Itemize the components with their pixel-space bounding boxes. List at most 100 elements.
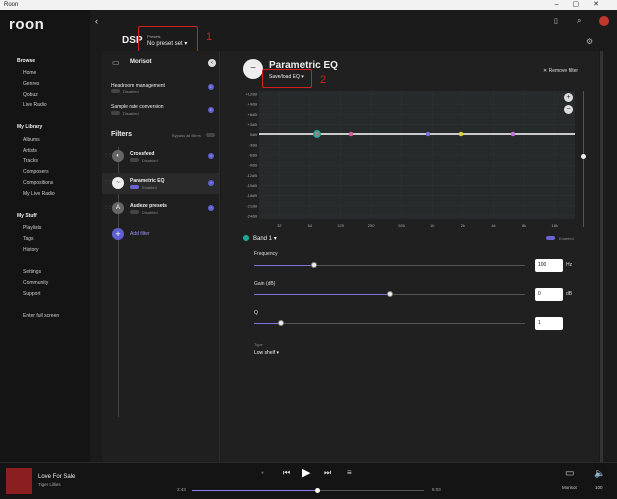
radio-dot-icon[interactable]: ● [261, 470, 264, 476]
bookmark-icon[interactable]: ▯ [554, 17, 558, 25]
filter-name: Parametric EQ [130, 178, 165, 184]
sidebar-item-composers[interactable]: Composers [23, 169, 49, 175]
headroom-toggle[interactable] [111, 89, 120, 93]
filter-row-audeze[interactable]: ⋮⋮ A Audeze presets Disabled › [102, 199, 219, 219]
x-tick-label: 500 [398, 223, 405, 228]
sidebar-item-fullscreen[interactable]: Enter full screen [23, 313, 59, 319]
band-enabled-label: Enabled [559, 236, 574, 241]
sidebar-item-compositions[interactable]: Compositions [23, 180, 53, 186]
gear-icon[interactable]: ⚙ [586, 37, 593, 46]
album-art[interactable] [6, 468, 32, 494]
y-tick-label: -3dB [249, 142, 258, 147]
bypass-label: Bypass all filters [172, 133, 201, 138]
drag-handle-icon[interactable]: ⋮⋮ [104, 179, 112, 184]
drag-handle-icon[interactable]: ⋮⋮ [104, 152, 112, 157]
play-icon[interactable]: ▶ [302, 466, 310, 479]
remove-filter-button[interactable]: ✕ Remove filter [543, 68, 578, 74]
audeze-info-icon[interactable]: › [208, 205, 214, 211]
gain-slider-fill [254, 294, 390, 295]
q-slider-knob[interactable] [278, 320, 285, 326]
sidebar-item-home[interactable]: Home [23, 70, 36, 76]
drag-handle-icon[interactable]: ⋮⋮ [104, 204, 112, 209]
remove-filter-label: Remove filter [548, 68, 579, 74]
y-tick-label: 0dB [250, 132, 257, 137]
band-marker[interactable] [458, 131, 464, 137]
player-bar: Love For Sale Tiger Lillies ● ⏮ ▶ ⏭ ≡ 2:… [0, 462, 617, 499]
sidebar-item-albums[interactable]: Albums [23, 137, 40, 143]
zoom-out-button[interactable]: − [564, 105, 573, 114]
gain-slider-knob[interactable] [386, 291, 393, 297]
seek-knob[interactable] [314, 488, 320, 493]
graph-scroll-track[interactable] [583, 91, 584, 227]
x-tick-label: 2k [461, 223, 465, 228]
band-marker[interactable] [425, 131, 431, 137]
library-title: My Library [17, 124, 43, 130]
band-marker[interactable] [313, 130, 321, 138]
sidebar-item-history[interactable]: History [23, 247, 39, 253]
headroom-status: Disabled [123, 89, 139, 94]
crossfeed-info-icon[interactable]: › [208, 153, 214, 159]
track-title[interactable]: Love For Sale [38, 474, 75, 480]
sidebar-item-settings[interactable]: Settings [23, 269, 41, 275]
frequency-label: Frequency [254, 251, 278, 257]
y-axis-labels: +12dB +9dB +6dB +3dB 0dB -3dB -6dB -9dB -12dB -15… [245, 92, 257, 219]
type-dropdown[interactable]: Low shelf ▾ [254, 350, 279, 356]
sidebar-item-live-radio[interactable]: Live Radio [23, 102, 47, 108]
next-track-icon[interactable]: ⏭ [324, 468, 331, 478]
eq-toggle[interactable] [130, 185, 139, 189]
frequency-slider-knob[interactable] [310, 262, 317, 268]
sidebar-item-community[interactable]: Community [23, 280, 48, 286]
track-artist[interactable]: Tiger Lillies [38, 482, 61, 487]
page-scrollbar[interactable] [600, 51, 603, 462]
crossfeed-toggle[interactable] [130, 158, 139, 162]
close-icon: ✕ [543, 68, 548, 74]
bypass-toggle[interactable] [206, 133, 215, 137]
x-tick-label: 1k [430, 223, 434, 228]
filter-row-crossfeed[interactable]: ⋮⋮ ◐ Crossfeed Disabled › [102, 147, 219, 167]
q-slider[interactable] [254, 323, 525, 324]
search-icon[interactable]: ⌕ [577, 16, 581, 26]
previous-track-icon[interactable]: ⏮ [283, 468, 290, 478]
window-controls[interactable]: –▢✕ [555, 0, 613, 10]
queue-icon[interactable]: ≡ [347, 468, 352, 477]
y-tick-label: -12dB [246, 173, 257, 178]
sidebar-item-playlists[interactable]: Playlists [23, 225, 41, 231]
audeze-toggle[interactable] [130, 210, 139, 214]
eq-graph[interactable]: +12dB +9dB +6dB +3dB 0dB -3dB -6dB -9dB -12dB -15… [221, 87, 599, 233]
band-enabled-toggle[interactable] [546, 236, 555, 240]
sidebar-item-artists[interactable]: Artists [23, 148, 37, 154]
sidebar-item-qobuz[interactable]: Qobuz [23, 92, 38, 98]
add-filter-icon[interactable]: + [112, 228, 124, 240]
sidebar-item-genres[interactable]: Genres [23, 81, 39, 87]
eq-info-icon[interactable]: › [208, 180, 214, 186]
zone-name[interactable]: Morisot [562, 485, 577, 490]
x-tick-label: 8k [522, 223, 526, 228]
graph-scroll-knob[interactable] [581, 154, 586, 159]
volume-icon[interactable]: 🔈 [594, 468, 605, 479]
y-tick-label: -18dB [246, 193, 257, 198]
band-color-dot [243, 235, 249, 241]
sidebar-item-tracks[interactable]: Tracks [23, 158, 38, 164]
band-selector[interactable]: Band 1 ▾ [253, 235, 277, 242]
zoom-in-button[interactable]: + [564, 93, 573, 102]
back-chevron-icon[interactable]: ‹ [95, 16, 98, 26]
q-input[interactable]: 1 [535, 317, 563, 330]
x-tick-label: 250 [368, 223, 375, 228]
src-info-icon[interactable]: i [208, 107, 214, 113]
sidebar-item-my-live-radio[interactable]: My Live Radio [23, 191, 55, 197]
add-filter-button[interactable]: Add filter [130, 231, 150, 237]
y-tick-label: -6dB [249, 153, 258, 158]
band-marker[interactable] [348, 131, 354, 137]
filter-row-parametric-eq[interactable]: ⋮⋮ ~ Parametric EQ Enabled › [102, 173, 219, 194]
zone-icon[interactable]: ▭ [565, 468, 574, 479]
band-marker[interactable] [510, 131, 516, 137]
avatar[interactable] [599, 16, 609, 26]
src-toggle[interactable] [111, 111, 120, 115]
headroom-info-icon[interactable]: i [208, 84, 214, 90]
sidebar-item-tags[interactable]: Tags [23, 236, 34, 242]
collapse-chevron-icon[interactable]: ‹ [208, 59, 216, 67]
chevron-down-icon: ▾ [276, 350, 280, 356]
gain-input[interactable]: 0 [535, 288, 563, 301]
sidebar-item-support[interactable]: Support [23, 291, 41, 297]
frequency-input[interactable]: 100 [535, 259, 563, 272]
